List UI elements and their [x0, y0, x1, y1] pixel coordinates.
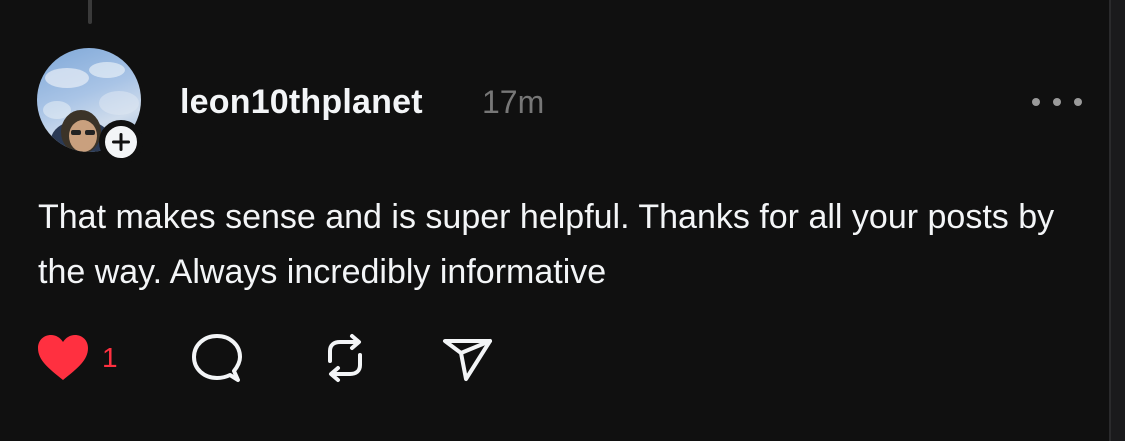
send-icon: [443, 339, 492, 381]
repost-icon: [328, 334, 362, 382]
more-options-button[interactable]: [1032, 88, 1082, 116]
post-timestamp: 17m: [482, 84, 545, 120]
username-link[interactable]: leon10thplanet: [180, 80, 423, 124]
repost-button[interactable]: [318, 330, 372, 386]
thread-reply-post: leon10thplanet 17m That makes sense and …: [0, 0, 1108, 441]
like-button[interactable]: 1: [36, 330, 118, 386]
comment-icon: [192, 334, 242, 382]
like-count: 1: [102, 342, 118, 373]
plus-icon: [112, 133, 130, 151]
more-horizontal-icon: [1032, 98, 1040, 106]
share-button[interactable]: [440, 330, 496, 386]
reply-button[interactable]: [190, 330, 244, 386]
post-body-text: That makes sense and is super helpful. T…: [38, 198, 1055, 291]
scrollbar-track: [1109, 0, 1125, 441]
follow-button[interactable]: [99, 120, 143, 164]
heart-filled-icon: [38, 335, 88, 380]
avatar-container: [37, 48, 145, 164]
